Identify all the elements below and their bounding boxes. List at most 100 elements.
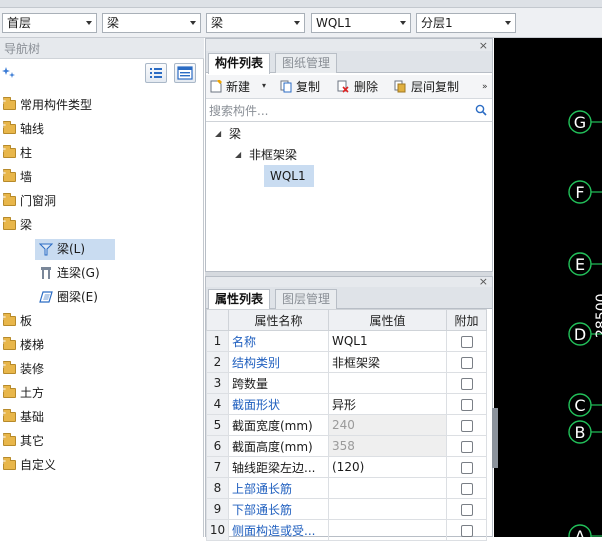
search-icon[interactable] — [475, 104, 487, 116]
delete-icon — [337, 80, 349, 93]
nav-item-slab[interactable]: + 板 — [0, 311, 200, 331]
component-select-value: WQL1 — [316, 16, 352, 30]
nav-child-coupling-beam[interactable]: 连梁(G) — [37, 263, 115, 283]
nav-item-foundation[interactable]: + 基础 — [0, 407, 200, 427]
chevron-down-icon — [86, 21, 92, 25]
panel-view-button[interactable] — [174, 63, 196, 83]
nav-item-decoration[interactable]: + 装修 — [0, 359, 200, 379]
attach-cell — [446, 372, 487, 394]
row-number: 4 — [206, 393, 229, 415]
property-row[interactable]: 7 轴线距梁左边... (120) — [206, 456, 487, 478]
attach-checkbox[interactable] — [460, 461, 473, 474]
nav-item-label: 其它 — [20, 434, 45, 448]
property-row[interactable]: 10 侧面构造或受... — [206, 519, 487, 541]
property-value[interactable]: (120) — [328, 456, 447, 478]
search-input[interactable] — [207, 102, 469, 119]
attach-checkbox[interactable] — [460, 398, 473, 411]
drawing-canvas[interactable]: G F E D C B A 28500 — [492, 38, 602, 541]
nav-item-label: 楼梯 — [20, 338, 45, 352]
nav-item-other[interactable]: + 其它 — [0, 431, 200, 451]
nav-child-beam[interactable]: 梁(L) — [37, 239, 115, 259]
sparkle-icon[interactable] — [2, 66, 16, 80]
property-row[interactable]: 1 名称 WQL1 — [206, 330, 487, 352]
attach-checkbox[interactable] — [460, 503, 473, 516]
component-tabbar: 构件列表 图纸管理 — [206, 51, 492, 74]
chevron-down-icon[interactable]: ▾ — [262, 74, 266, 98]
search-box — [206, 100, 492, 122]
attach-cell — [446, 351, 487, 373]
tab-component-list[interactable]: 构件列表 — [208, 53, 271, 74]
nav-item-earthwork[interactable]: + 土方 — [0, 383, 200, 403]
list-view-button[interactable] — [145, 63, 167, 83]
toolbar-overflow-icon[interactable]: » — [482, 75, 488, 99]
tab-property-list[interactable]: 属性列表 — [208, 289, 271, 310]
component-select[interactable]: WQL1 — [311, 13, 411, 33]
folder-open-icon: − — [0, 217, 16, 230]
attach-cell — [446, 393, 487, 415]
nav-item-wall[interactable]: + 墙 — [0, 167, 200, 187]
nav-item-axis[interactable]: + 轴线 — [0, 119, 200, 139]
property-row[interactable]: 9 下部通长筋 — [206, 498, 487, 520]
category-select[interactable]: 梁 — [102, 13, 201, 33]
property-row[interactable]: 2 结构类别 非框架梁 — [206, 351, 487, 373]
type-select[interactable]: 梁 — [206, 13, 305, 33]
sublayer-select[interactable]: 分层1 — [416, 13, 516, 33]
property-value[interactable] — [328, 498, 447, 520]
chevron-down-icon — [190, 21, 196, 25]
property-value[interactable] — [328, 372, 447, 394]
folder-icon: + — [0, 337, 16, 350]
property-value[interactable]: 358 — [328, 435, 447, 457]
attach-checkbox[interactable] — [460, 335, 473, 348]
nav-child-label: 连梁(G) — [57, 266, 100, 280]
property-row[interactable]: 8 上部通长筋 — [206, 477, 487, 499]
attach-checkbox[interactable] — [460, 356, 473, 369]
axis-bubble: A — [568, 524, 602, 541]
new-icon — [210, 80, 222, 93]
property-name: 截面宽度(mm) — [228, 414, 329, 436]
header-property-value: 属性值 — [328, 309, 447, 331]
nav-item-openings[interactable]: + 门窗洞 — [0, 191, 200, 211]
nav-child-ring-beam[interactable]: 圈梁(E) — [37, 287, 115, 307]
property-value[interactable]: WQL1 — [328, 330, 447, 352]
nav-item-column[interactable]: + 柱 — [0, 143, 200, 163]
row-number: 7 — [206, 456, 229, 478]
nav-item-label: 基础 — [20, 410, 45, 424]
attach-checkbox[interactable] — [460, 419, 473, 432]
property-value[interactable] — [328, 519, 447, 541]
canvas-collapse-handle[interactable] — [492, 408, 498, 468]
attach-checkbox[interactable] — [460, 482, 473, 495]
collapse-triangle-icon[interactable]: ◢ — [235, 145, 241, 165]
nav-item-common-types[interactable]: + 常用构件类型 — [0, 95, 200, 115]
property-value[interactable]: 异形 — [328, 393, 447, 415]
floor-select[interactable]: 首层 — [2, 13, 97, 33]
attach-checkbox[interactable] — [460, 440, 473, 453]
property-name: 跨数量 — [228, 372, 329, 394]
panel-header-strip — [206, 39, 492, 51]
nav-item-stairs[interactable]: + 楼梯 — [0, 335, 200, 355]
property-row[interactable]: 5 截面宽度(mm) 240 — [206, 414, 487, 436]
property-value[interactable]: 240 — [328, 414, 447, 436]
axis-bubble: B — [568, 420, 602, 444]
nav-item-beam[interactable]: − 梁 — [0, 215, 200, 235]
tab-layer-management[interactable]: 图层管理 — [275, 289, 338, 309]
folder-icon: + — [0, 169, 16, 182]
property-value[interactable]: 非框架梁 — [328, 351, 447, 373]
nav-item-label: 装修 — [20, 362, 45, 376]
collapse-triangle-icon[interactable]: ◢ — [215, 124, 221, 144]
property-row[interactable]: 4 截面形状 异形 — [206, 393, 487, 415]
tab-drawing-management[interactable]: 图纸管理 — [275, 53, 338, 73]
nav-toolbar — [0, 59, 204, 89]
delete-label: 删除 — [354, 80, 379, 94]
nav-item-custom[interactable]: + 自定义 — [0, 455, 200, 475]
property-row[interactable]: 6 截面高度(mm) 358 — [206, 435, 487, 457]
property-value[interactable] — [328, 477, 447, 499]
attach-checkbox[interactable] — [460, 524, 473, 537]
filter-bar: 首层 梁 梁 WQL1 分层1 — [0, 8, 602, 38]
attach-checkbox[interactable] — [460, 377, 473, 390]
property-row[interactable]: 3 跨数量 — [206, 372, 487, 394]
property-name: 截面形状 — [228, 393, 329, 415]
top-ribbon-edge — [0, 0, 602, 8]
property-name: 轴线距梁左边... — [228, 456, 329, 478]
component-list-panel: × 构件列表 图纸管理 新建 ▾ 复制 删除 层间复制 » 搜索构件... ◢ … — [205, 38, 493, 272]
panel-icon — [177, 66, 193, 80]
